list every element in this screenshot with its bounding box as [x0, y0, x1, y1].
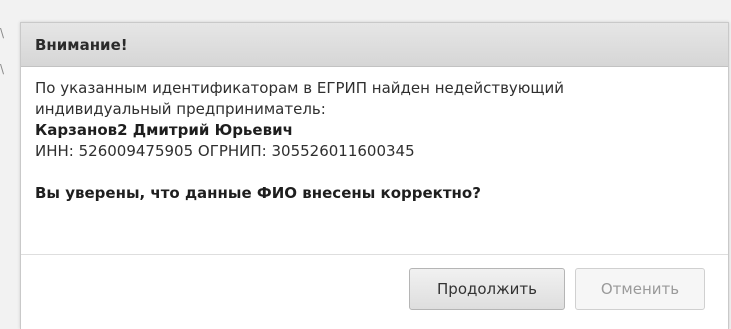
continue-button[interactable]: Продолжить	[409, 268, 565, 310]
message-line: индивидуальный предприниматель:	[35, 100, 326, 118]
message-spacer	[35, 162, 715, 183]
entrepreneur-identifiers: ИНН: 526009475905 ОГРНИП: 30552601160034…	[35, 142, 415, 160]
message-line: По указанным идентификаторам в ЕГРИП най…	[35, 79, 565, 97]
dialog-title: Внимание!	[21, 23, 728, 67]
background-text-fragment: \	[0, 62, 5, 76]
confirmation-question: Вы уверены, что данные ФИО внесены корре…	[35, 184, 481, 202]
warning-dialog: Внимание! По указанным идентификаторам в…	[20, 22, 729, 329]
dialog-footer-divider	[21, 254, 728, 255]
entrepreneur-name: Карзанов2 Дмитрий Юрьевич	[35, 121, 293, 139]
cancel-button[interactable]: Отменить	[575, 268, 705, 310]
background-text-fragment: \	[0, 26, 5, 40]
dialog-message: По указанным идентификаторам в ЕГРИП най…	[35, 78, 715, 204]
